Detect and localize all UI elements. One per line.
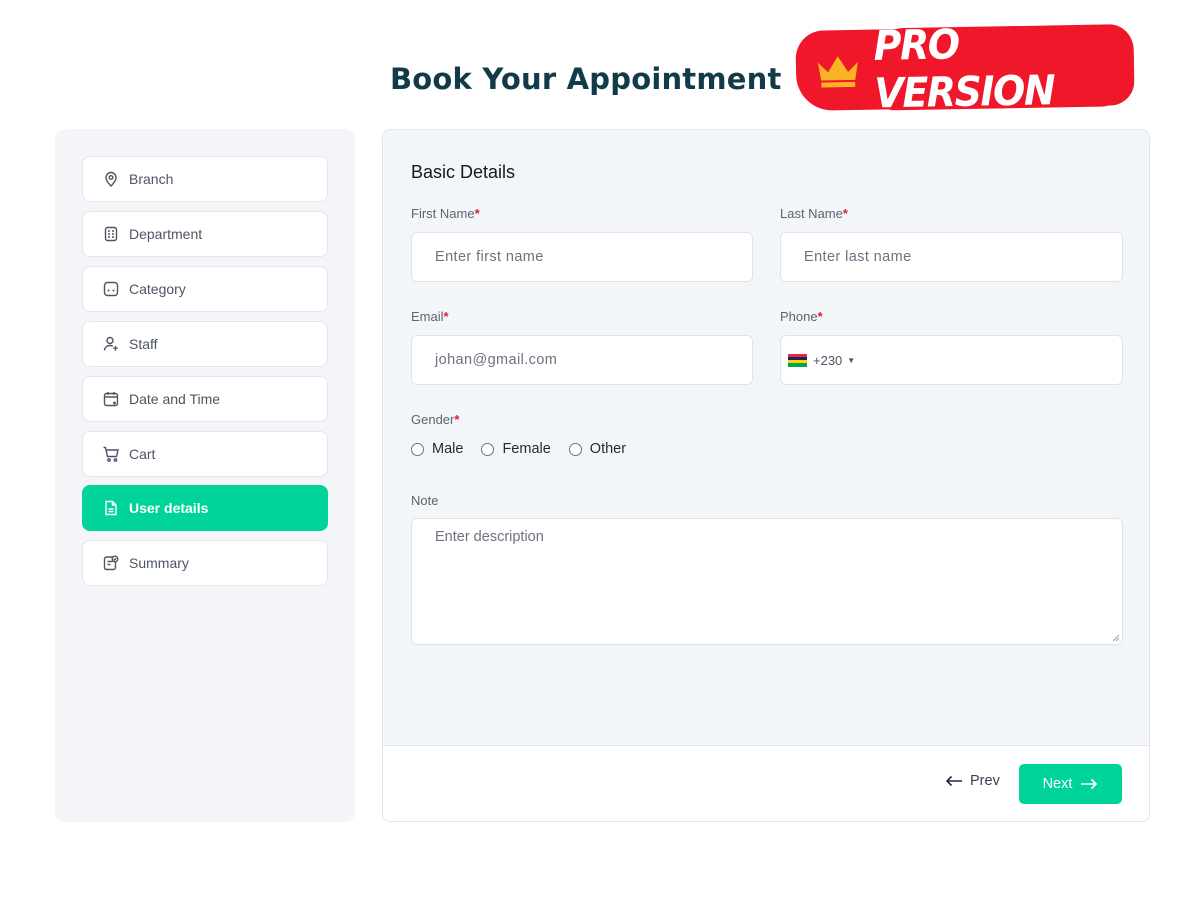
user-add-icon: [102, 335, 120, 353]
step-date-and-time[interactable]: Date and Time: [82, 376, 328, 422]
step-label: Staff: [129, 336, 158, 352]
step-department[interactable]: Department: [82, 211, 328, 257]
prev-button[interactable]: Prev: [945, 773, 1000, 789]
phone-input[interactable]: +230 ▼: [780, 335, 1123, 385]
gender-label: Gender*: [411, 412, 459, 427]
step-staff[interactable]: Staff: [82, 321, 328, 367]
gender-option-other[interactable]: Other: [568, 441, 627, 457]
cart-icon: [102, 445, 120, 463]
section-title: Basic Details: [411, 162, 516, 182]
last-name-label: Last Name*: [780, 206, 848, 221]
dial-code[interactable]: +230: [813, 353, 842, 368]
radio-label: Male: [432, 441, 464, 457]
email-placeholder: johan@gmail.com: [435, 352, 558, 368]
required-marker: *: [817, 309, 823, 324]
location-pin-icon: [102, 170, 120, 188]
step-label: Date and Time: [129, 391, 221, 407]
form-footer: Prev Next: [383, 745, 1149, 821]
step-label: Department: [129, 226, 203, 242]
step-label: Category: [129, 281, 186, 297]
first-name-placeholder: Enter first name: [435, 249, 544, 265]
first-name-input[interactable]: Enter first name: [411, 232, 753, 282]
document-icon: [102, 499, 120, 517]
required-marker: *: [842, 206, 848, 221]
required-marker: *: [443, 309, 449, 324]
arrow-left-icon: [945, 775, 962, 787]
step-label: Summary: [129, 555, 189, 571]
flag-mauritius-icon[interactable]: [788, 353, 807, 367]
note-textarea[interactable]: Enter description: [411, 518, 1123, 645]
radio-label: Female: [502, 441, 551, 457]
next-button[interactable]: Next: [1019, 764, 1122, 804]
steps-sidebar: Branch Department Category Staff Date an…: [55, 129, 355, 822]
step-cart[interactable]: Cart: [82, 431, 328, 477]
email-label: Email*: [411, 309, 449, 324]
gender-option-female[interactable]: Female: [481, 441, 551, 457]
resize-handle-icon[interactable]: [1111, 633, 1120, 642]
radio-button[interactable]: [481, 442, 495, 456]
arrow-right-icon: [1081, 778, 1098, 790]
pro-version-badge: PRO VERSION: [797, 21, 1135, 117]
email-label-text: Email: [411, 309, 444, 324]
email-input[interactable]: johan@gmail.com: [411, 335, 753, 385]
step-label: User details: [129, 500, 209, 516]
note-label-text: Note: [411, 493, 439, 508]
gender-option-male[interactable]: Male: [411, 441, 463, 457]
gender-label-text: Gender: [411, 412, 455, 427]
radio-button[interactable]: [568, 442, 582, 456]
pro-version-label: PRO VERSION: [873, 21, 1135, 117]
category-icon: [102, 280, 120, 298]
chevron-down-icon[interactable]: ▼: [847, 356, 855, 365]
note-placeholder: Enter description: [435, 529, 544, 545]
step-summary[interactable]: Summary: [82, 540, 328, 586]
first-name-label-text: First Name: [411, 206, 475, 221]
step-category[interactable]: Category: [82, 266, 328, 312]
radio-button[interactable]: [411, 442, 424, 456]
calendar-icon: [102, 390, 120, 408]
last-name-input[interactable]: Enter last name: [780, 232, 1123, 282]
required-marker: *: [474, 206, 480, 221]
step-label: Cart: [129, 446, 156, 462]
step-label: Branch: [129, 171, 174, 187]
page-title: Book Your Appointment: [390, 62, 782, 96]
note-label: Note: [411, 493, 438, 508]
crown-icon: [797, 32, 878, 109]
form-panel: Basic Details First Name* Enter first na…: [382, 129, 1150, 822]
gender-radio-group: Male Female Other: [411, 441, 644, 457]
next-button-label: Next: [1042, 776, 1073, 792]
required-marker: *: [454, 412, 460, 427]
last-name-placeholder: Enter last name: [804, 249, 912, 265]
last-name-label-text: Last Name: [780, 206, 843, 221]
radio-label: Other: [589, 441, 627, 457]
step-user-details[interactable]: User details: [82, 485, 328, 531]
phone-label-text: Phone: [780, 309, 818, 324]
prev-button-label: Prev: [970, 773, 1000, 789]
clipboard-check-icon: [102, 554, 120, 572]
building-icon: [102, 225, 120, 243]
step-branch[interactable]: Branch: [82, 156, 328, 202]
first-name-label: First Name*: [411, 206, 480, 221]
phone-label: Phone*: [780, 309, 823, 324]
